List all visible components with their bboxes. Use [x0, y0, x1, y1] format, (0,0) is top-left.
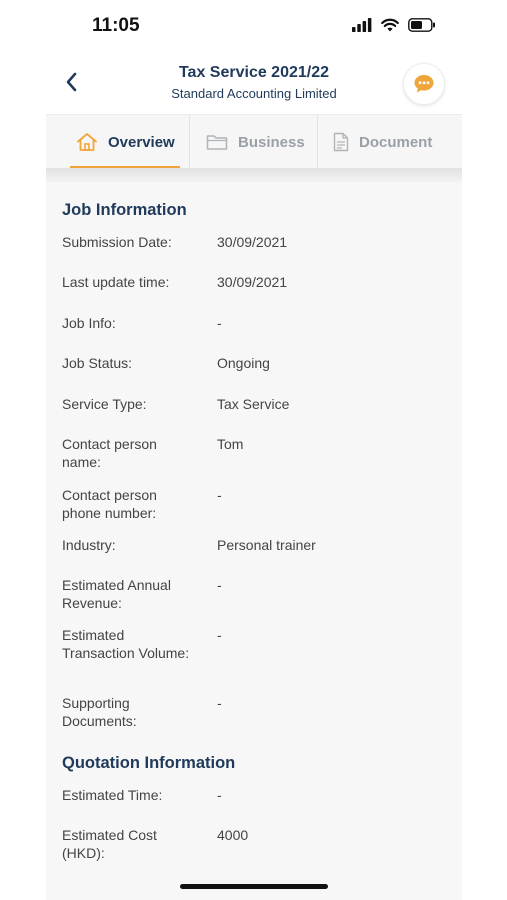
detail-label: Submission Date: — [62, 234, 172, 250]
detail-label: Supporting Documents: — [62, 695, 137, 729]
battery-icon — [408, 18, 435, 32]
detail-label: Service Type: — [62, 396, 147, 412]
job-details-content: Job Information Submission Date: 30/09/2… — [46, 182, 462, 900]
status-bar: 11:05 — [46, 0, 462, 56]
detail-value: - — [217, 627, 222, 643]
tab-document[interactable]: Document — [333, 115, 432, 169]
tab-overview-label: Overview — [108, 133, 175, 151]
tab-business[interactable]: Business — [206, 115, 305, 169]
tab-overview[interactable]: Overview — [76, 115, 175, 169]
tab-bar: Overview Business Document — [46, 114, 462, 169]
detail-value: 4000 — [217, 827, 249, 843]
signal-icon — [352, 18, 372, 32]
status-icons — [352, 18, 436, 32]
tab-document-label: Document — [359, 133, 433, 151]
detail-label: Contact person name: — [62, 436, 157, 470]
detail-value: Ongoing — [217, 355, 270, 371]
detail-value: 30/09/2021 — [217, 234, 288, 250]
chat-bubble-icon — [414, 75, 434, 93]
detail-label: Estimated Cost (HKD): — [62, 827, 157, 861]
detail-value: Personal trainer — [217, 537, 316, 553]
detail-value: - — [217, 315, 222, 331]
detail-value: - — [217, 787, 222, 803]
detail-label: Job Info: — [62, 315, 116, 331]
app-screen: 11:05 Tax Service 2021/22 Standard Accou… — [46, 0, 462, 900]
detail-label: Contact person phone number: — [62, 487, 157, 521]
status-time: 11:05 — [92, 15, 140, 36]
detail-value: - — [217, 695, 222, 711]
wifi-icon — [381, 18, 399, 32]
tab-business-label: Business — [238, 133, 305, 151]
home-indicator[interactable] — [180, 884, 328, 889]
detail-value: - — [217, 577, 222, 593]
detail-label: Estimated Annual Revenue: — [62, 577, 171, 611]
home-icon — [77, 133, 97, 151]
page-subtitle: Standard Accounting Limited — [171, 86, 337, 101]
chat-button[interactable] — [403, 63, 445, 105]
tab-shadow — [46, 168, 462, 182]
quotation-information-heading: Quotation Information — [62, 754, 236, 772]
detail-label: Estimated Transaction Volume: — [62, 627, 190, 661]
tab-divider — [189, 115, 190, 169]
detail-label: Estimated Time: — [62, 787, 163, 803]
detail-value: Tax Service — [217, 396, 290, 412]
page-title: Tax Service 2021/22 — [178, 64, 330, 81]
navigation-header: Tax Service 2021/22 Standard Accounting … — [46, 56, 462, 114]
detail-value: 30/09/2021 — [217, 274, 288, 290]
detail-value: Tom — [217, 436, 244, 452]
detail-label: Job Status: — [62, 355, 133, 371]
folder-icon — [206, 135, 228, 150]
detail-value: - — [217, 487, 222, 503]
detail-label: Last update time: — [62, 274, 170, 290]
tab-divider — [317, 115, 318, 169]
job-information-heading: Job Information — [62, 201, 187, 219]
detail-label: Industry: — [62, 537, 116, 553]
document-icon — [333, 132, 349, 152]
